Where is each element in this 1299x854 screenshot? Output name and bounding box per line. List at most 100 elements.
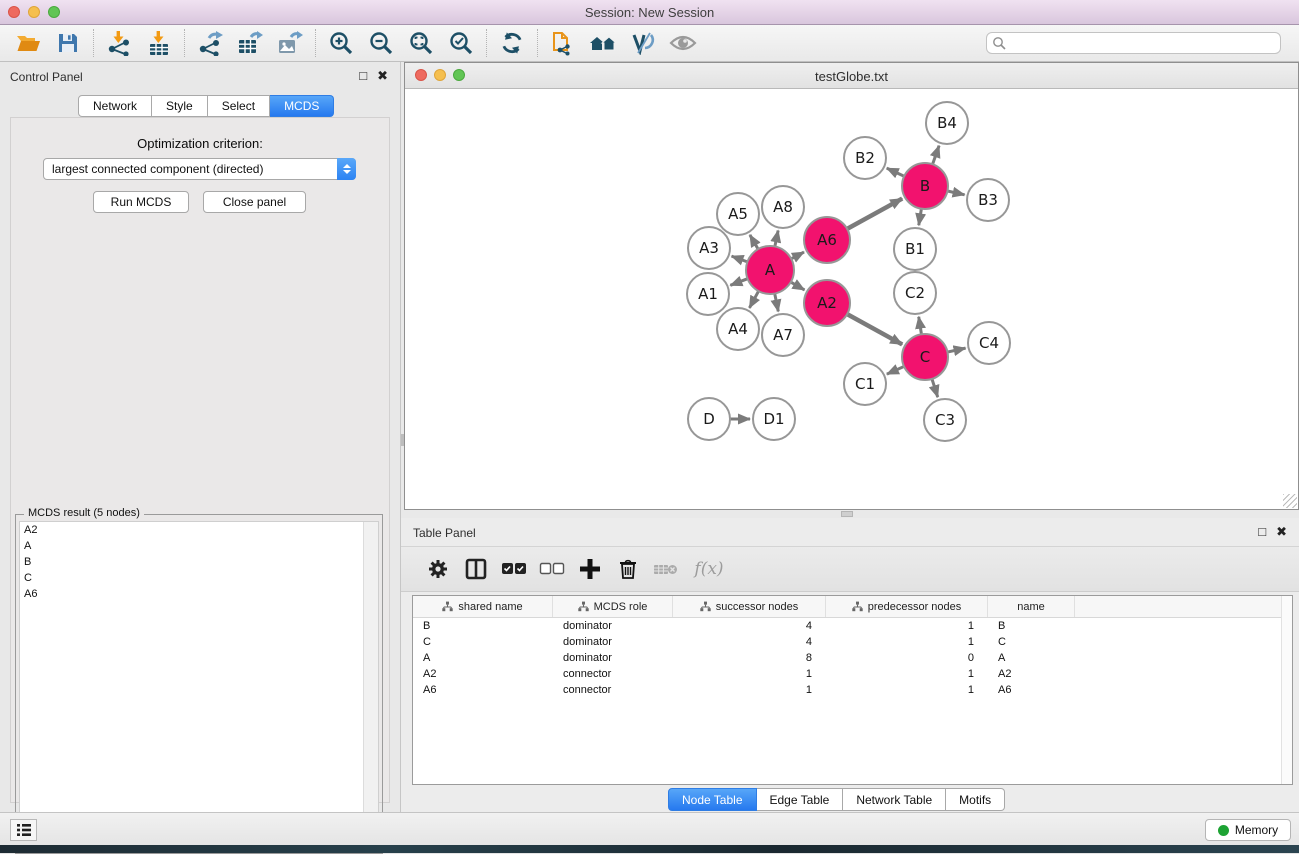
- table-cell[interactable]: dominator: [553, 634, 673, 650]
- network-canvas[interactable]: B4B2BB3A8A5A6A3B1AC2A1A2A4A7C4CC1C3DD1: [406, 90, 1297, 508]
- run-mcds-button[interactable]: Run MCDS: [93, 191, 189, 213]
- table-scrollbar[interactable]: [1281, 596, 1292, 784]
- table-row[interactable]: Bdominator41B: [413, 618, 1292, 634]
- graph-edge-B-B3[interactable]: [947, 191, 964, 195]
- mcds-scrollbar[interactable]: [363, 522, 378, 849]
- table-options-gear-icon[interactable]: [419, 552, 457, 586]
- refresh-icon[interactable]: [492, 27, 532, 59]
- mcds-result-item[interactable]: C: [20, 570, 378, 586]
- table-row[interactable]: A6connector11A6: [413, 682, 1292, 698]
- tab-select[interactable]: Select: [208, 95, 270, 117]
- mcds-result-item[interactable]: A2: [20, 522, 378, 538]
- tab-mcds[interactable]: MCDS: [270, 95, 334, 117]
- show-details-eye-icon[interactable]: [663, 27, 703, 59]
- select-all-columns-icon[interactable]: [495, 552, 533, 586]
- graph-edge-C-C2[interactable]: [919, 317, 922, 335]
- export-table-icon[interactable]: [230, 27, 270, 59]
- table-cell[interactable]: A: [988, 650, 1075, 666]
- close-table-panel-icon[interactable]: ✖: [1276, 524, 1287, 540]
- tab-edge-table[interactable]: Edge Table: [757, 788, 844, 811]
- table-row[interactable]: Adominator80A: [413, 650, 1292, 666]
- memory-button[interactable]: Memory: [1205, 819, 1291, 841]
- graph-edge-A-A4[interactable]: [749, 291, 758, 308]
- tab-network[interactable]: Network: [78, 95, 152, 117]
- table-cell[interactable]: A2: [413, 666, 553, 682]
- table-cell[interactable]: connector: [553, 682, 673, 698]
- graph-edge-B-B4[interactable]: [933, 146, 940, 165]
- graph-edge-C-C3[interactable]: [932, 379, 938, 397]
- column-header[interactable]: predecessor nodes: [826, 596, 988, 617]
- zoom-fit-icon[interactable]: [401, 27, 441, 59]
- table-cell[interactable]: 8: [673, 650, 826, 666]
- table-cell[interactable]: A6: [988, 682, 1075, 698]
- table-cell[interactable]: B: [413, 618, 553, 634]
- table-cell[interactable]: A: [413, 650, 553, 666]
- import-table-icon[interactable]: [139, 27, 179, 59]
- table-cell[interactable]: 4: [673, 618, 826, 634]
- close-panel-button[interactable]: Close panel: [203, 191, 306, 213]
- graph-edge-A-A6[interactable]: [791, 252, 804, 259]
- float-panel-icon[interactable]: □: [359, 68, 367, 84]
- graph-edge-C-C4[interactable]: [947, 348, 965, 352]
- export-image-icon[interactable]: [270, 27, 310, 59]
- table-cell[interactable]: dominator: [553, 650, 673, 666]
- graph-edge-A2-C[interactable]: [847, 314, 902, 344]
- graph-edge-B-B2[interactable]: [887, 168, 904, 176]
- graph-edge-A6-B[interactable]: [847, 199, 902, 229]
- table-cell[interactable]: dominator: [553, 618, 673, 634]
- import-network-icon[interactable]: [99, 27, 139, 59]
- zoom-out-icon[interactable]: [361, 27, 401, 59]
- table-cell[interactable]: 1: [826, 682, 988, 698]
- save-session-icon[interactable]: [48, 27, 88, 59]
- zoom-selected-icon[interactable]: [441, 27, 481, 59]
- table-cell[interactable]: 1: [673, 666, 826, 682]
- graph-edge-A-A5[interactable]: [750, 235, 758, 249]
- table-cell[interactable]: A6: [413, 682, 553, 698]
- window-resize-grip[interactable]: [1283, 494, 1297, 508]
- mcds-result-item[interactable]: A6: [20, 586, 378, 602]
- mcds-result-item[interactable]: A: [20, 538, 378, 554]
- task-history-button[interactable]: [10, 819, 37, 841]
- search-input[interactable]: [986, 32, 1281, 54]
- table-cell[interactable]: B: [988, 618, 1075, 634]
- tab-style[interactable]: Style: [152, 95, 208, 117]
- graph-edge-B-B1[interactable]: [919, 209, 922, 226]
- table-cell[interactable]: 1: [826, 666, 988, 682]
- tab-network-table[interactable]: Network Table: [843, 788, 946, 811]
- table-cell[interactable]: A2: [988, 666, 1075, 682]
- criterion-dropdown[interactable]: largest connected component (directed): [43, 158, 356, 180]
- table-cell[interactable]: 1: [673, 682, 826, 698]
- deselect-all-columns-icon[interactable]: [533, 552, 571, 586]
- open-file-icon[interactable]: [8, 27, 48, 59]
- horizontal-splitter-grip[interactable]: [841, 511, 853, 517]
- table-cell[interactable]: 1: [826, 618, 988, 634]
- graph-edge-A-A2[interactable]: [791, 282, 805, 290]
- table-cell[interactable]: 0: [826, 650, 988, 666]
- delete-columns-trash-icon[interactable]: [609, 552, 647, 586]
- zoom-in-icon[interactable]: [321, 27, 361, 59]
- float-table-panel-icon[interactable]: □: [1258, 524, 1266, 540]
- export-network-icon[interactable]: [190, 27, 230, 59]
- mcds-result-item[interactable]: B: [20, 554, 378, 570]
- split-panel-icon[interactable]: [457, 552, 495, 586]
- column-header[interactable]: shared name: [413, 596, 553, 617]
- close-panel-icon[interactable]: ✖: [377, 68, 388, 84]
- table-cell[interactable]: 4: [673, 634, 826, 650]
- graph-edge-C-C1[interactable]: [887, 366, 904, 374]
- graph-edge-A-A8[interactable]: [775, 231, 778, 247]
- column-header[interactable]: MCDS role: [553, 596, 673, 617]
- graph-edge-A-A3[interactable]: [732, 256, 748, 262]
- table-cell[interactable]: 1: [826, 634, 988, 650]
- tab-node-table[interactable]: Node Table: [668, 788, 757, 811]
- graph-edge-A-A1[interactable]: [730, 279, 747, 286]
- table-cell[interactable]: connector: [553, 666, 673, 682]
- vizmapper-icon[interactable]: [623, 27, 663, 59]
- clone-network-icon[interactable]: [543, 27, 583, 59]
- table-cell[interactable]: C: [413, 634, 553, 650]
- home-panels-icon[interactable]: [583, 27, 623, 59]
- column-header[interactable]: successor nodes: [673, 596, 826, 617]
- tab-motifs[interactable]: Motifs: [946, 788, 1005, 811]
- table-row[interactable]: A2connector11A2: [413, 666, 1292, 682]
- graph-edge-A-A7[interactable]: [775, 294, 779, 312]
- table-cell[interactable]: C: [988, 634, 1075, 650]
